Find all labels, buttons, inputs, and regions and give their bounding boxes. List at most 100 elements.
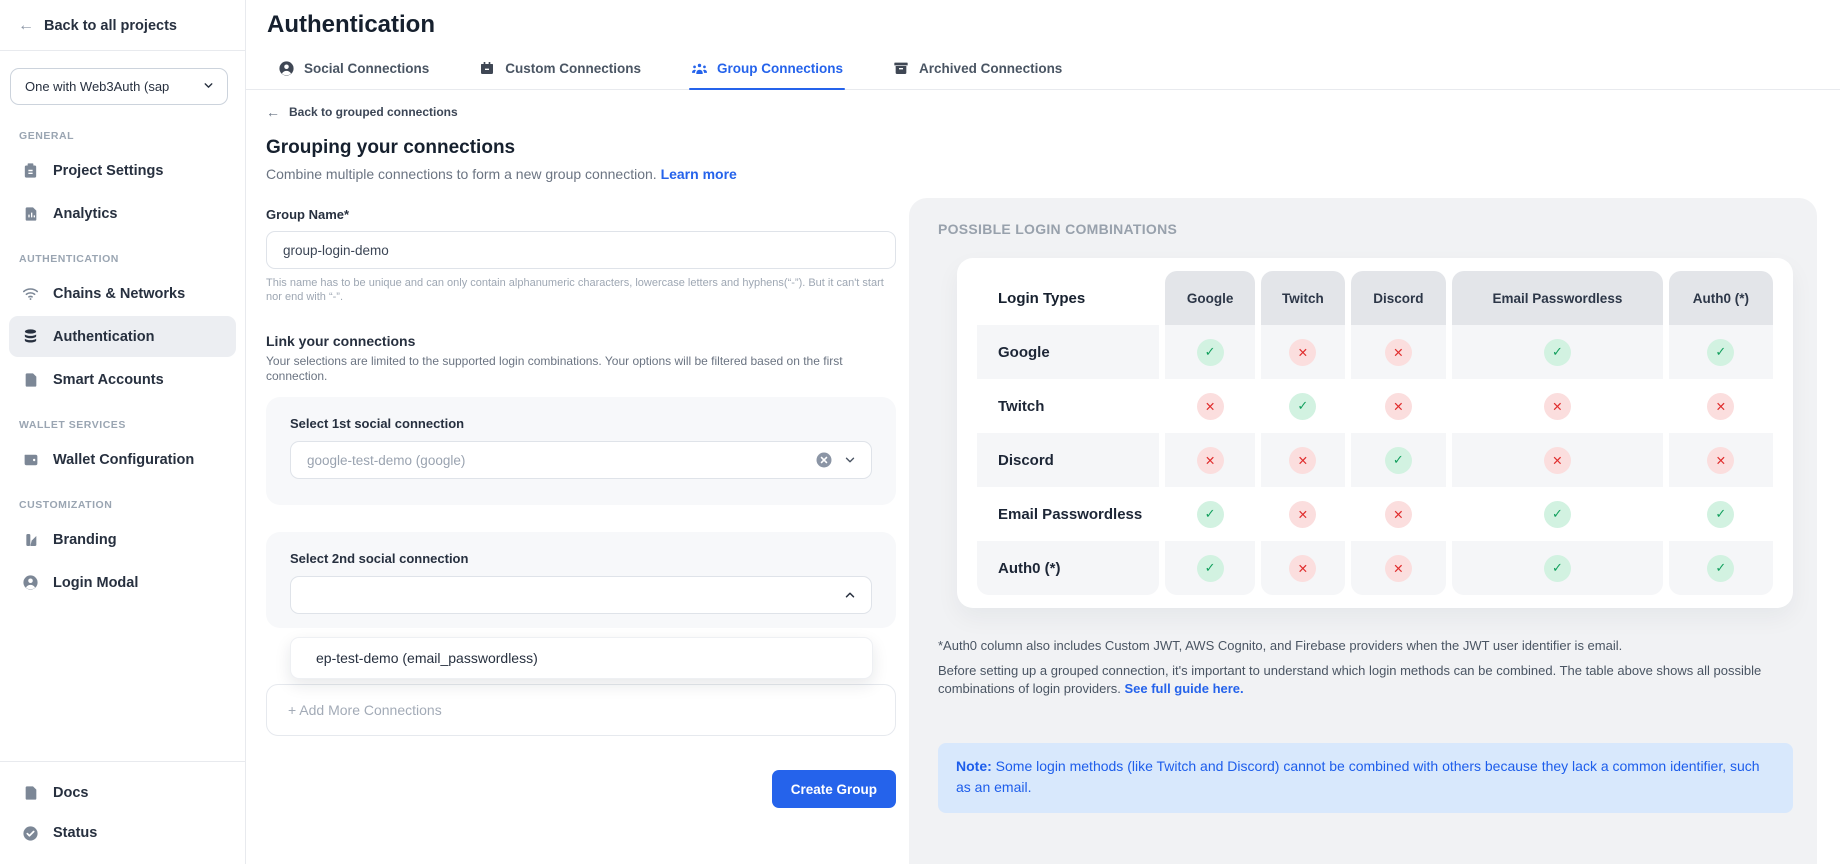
sidebar-item-label: Branding <box>53 532 117 548</box>
section-label-authentication: AUTHENTICATION <box>9 236 236 271</box>
group-people-icon <box>691 60 708 77</box>
select-first-connection[interactable]: google-test-demo (google) <box>290 441 872 479</box>
row-label: Discord <box>977 433 1159 487</box>
column-header: Auth0 (*) <box>1669 271 1773 325</box>
tab-archived-connections[interactable]: Archived Connections <box>891 54 1064 89</box>
chevron-up-icon[interactable] <box>843 588 857 602</box>
sidebar-nav: GENERAL Project Settings Analytics AUTHE… <box>0 113 245 605</box>
combination-cell: ✓ <box>1669 541 1773 595</box>
panel-title: POSSIBLE LOGIN COMBINATIONS <box>938 221 1793 237</box>
combination-cell: ✓ <box>1669 325 1773 379</box>
back-arrow-icon: ← <box>18 17 34 35</box>
select-second-connection[interactable] <box>290 576 872 614</box>
connection-dropdown-menu: ep-test-demo (email_passwordless) <box>290 637 873 679</box>
clear-selection-icon[interactable] <box>815 451 833 469</box>
sidebar-item-analytics[interactable]: Analytics <box>9 193 236 234</box>
combination-cell: ✓ <box>1452 541 1662 595</box>
tabs-bar: Social Connections Custom Connections Gr… <box>246 54 1840 90</box>
sidebar-item-docs[interactable]: Docs <box>9 774 236 812</box>
sidebar-item-label: Status <box>53 825 97 841</box>
form-subtitle-text: Combine multiple connections to form a n… <box>266 166 657 182</box>
combination-cell: ✕ <box>1452 433 1662 487</box>
tab-social-connections[interactable]: Social Connections <box>276 54 431 89</box>
combination-cell: ✕ <box>1351 487 1447 541</box>
branding-icon <box>21 530 40 549</box>
back-to-projects-link[interactable]: ← Back to all projects <box>0 0 245 50</box>
tab-custom-connections[interactable]: Custom Connections <box>477 54 643 89</box>
grouping-form: ← Back to grouped connections Grouping y… <box>266 90 896 808</box>
sidebar-item-project-settings[interactable]: Project Settings <box>9 150 236 191</box>
sidebar-item-label: Authentication <box>53 329 155 345</box>
combination-cell: ✓ <box>1351 433 1447 487</box>
cross-icon: ✕ <box>1289 555 1316 582</box>
column-header: Discord <box>1351 271 1447 325</box>
sidebar-item-chains-networks[interactable]: Chains & Networks <box>9 273 236 314</box>
combination-cell: ✕ <box>1261 325 1344 379</box>
check-icon: ✓ <box>1544 501 1571 528</box>
sidebar-item-status[interactable]: Status <box>9 814 236 852</box>
combinations-table: Login Types Google Twitch Discord Email … <box>971 271 1779 595</box>
tab-label: Archived Connections <box>919 61 1062 76</box>
dropdown-option[interactable]: ep-test-demo (email_passwordless) <box>291 638 872 678</box>
combination-cell: ✕ <box>1351 325 1447 379</box>
combination-cell: ✓ <box>1452 325 1662 379</box>
row-label: Twitch <box>977 379 1159 433</box>
cross-icon: ✕ <box>1385 555 1412 582</box>
check-icon: ✓ <box>1707 339 1734 366</box>
check-icon: ✓ <box>1707 501 1734 528</box>
combination-cell: ✓ <box>1452 487 1662 541</box>
tab-label: Custom Connections <box>505 61 641 76</box>
first-connection-card: Select 1st social connection google-test… <box>266 397 896 505</box>
table-row: Email Passwordless✓✕✕✓✓ <box>977 487 1773 541</box>
create-group-button[interactable]: Create Group <box>772 770 896 808</box>
cross-icon: ✕ <box>1385 339 1412 366</box>
sidebar-divider <box>0 50 245 51</box>
note-box: Note: Some login methods (like Twitch an… <box>938 743 1793 813</box>
note-label: Note: <box>956 758 992 774</box>
tab-group-connections[interactable]: Group Connections <box>689 54 845 89</box>
tab-label: Group Connections <box>717 61 843 76</box>
network-wifi-icon <box>21 284 40 303</box>
sidebar-item-wallet-configuration[interactable]: Wallet Configuration <box>9 439 236 480</box>
combination-cell: ✕ <box>1452 379 1662 433</box>
row-label: Google <box>977 325 1159 379</box>
select-first-value: google-test-demo (google) <box>307 453 815 468</box>
project-selector[interactable]: One with Web3Auth (sap <box>10 68 228 105</box>
section-label-customization: CUSTOMIZATION <box>9 482 236 517</box>
table-header-row: Login Types Google Twitch Discord Email … <box>977 271 1773 325</box>
note-text: Some login methods (like Twitch and Disc… <box>956 758 1760 795</box>
chevron-down-icon[interactable] <box>843 453 857 467</box>
sidebar-item-label: Analytics <box>53 206 117 222</box>
sidebar-item-login-modal[interactable]: Login Modal <box>9 562 236 603</box>
combination-cell: ✓ <box>1165 487 1255 541</box>
full-guide-link[interactable]: See full guide here. <box>1124 681 1243 696</box>
chevron-down-icon <box>202 79 215 95</box>
combination-cell: ✓ <box>1261 379 1344 433</box>
select-first-label: Select 1st social connection <box>290 416 872 431</box>
check-circle-icon <box>21 824 40 843</box>
cross-icon: ✕ <box>1289 447 1316 474</box>
learn-more-link[interactable]: Learn more <box>661 166 737 182</box>
row-label: Email Passwordless <box>977 487 1159 541</box>
auth0-footnote: *Auth0 column also includes Custom JWT, … <box>938 638 1793 653</box>
app-root: ← Back to all projects One with Web3Auth… <box>0 0 1840 864</box>
cross-icon: ✕ <box>1385 393 1412 420</box>
table-row: Google✓✕✕✓✓ <box>977 325 1773 379</box>
project-selector-value: One with Web3Auth (sap <box>25 79 169 94</box>
cross-icon: ✕ <box>1289 501 1316 528</box>
cross-icon: ✕ <box>1197 447 1224 474</box>
guide-footnote-text: Before setting up a grouped connection, … <box>938 663 1761 696</box>
select-second-label: Select 2nd social connection <box>290 551 872 566</box>
add-more-connections-button[interactable]: + Add More Connections <box>266 684 896 736</box>
section-label-wallet-services: WALLET SERVICES <box>9 402 236 437</box>
sidebar-item-branding[interactable]: Branding <box>9 519 236 560</box>
group-name-input[interactable] <box>266 231 896 269</box>
check-icon: ✓ <box>1385 447 1412 474</box>
docs-icon <box>21 784 40 803</box>
archive-icon <box>893 60 910 77</box>
back-to-grouped-connections-link[interactable]: ← Back to grouped connections <box>266 104 896 120</box>
sidebar-item-smart-accounts[interactable]: Smart Accounts <box>9 359 236 400</box>
wallet-icon <box>21 450 40 469</box>
sidebar-item-authentication[interactable]: Authentication <box>9 316 236 357</box>
document-icon <box>21 370 40 389</box>
